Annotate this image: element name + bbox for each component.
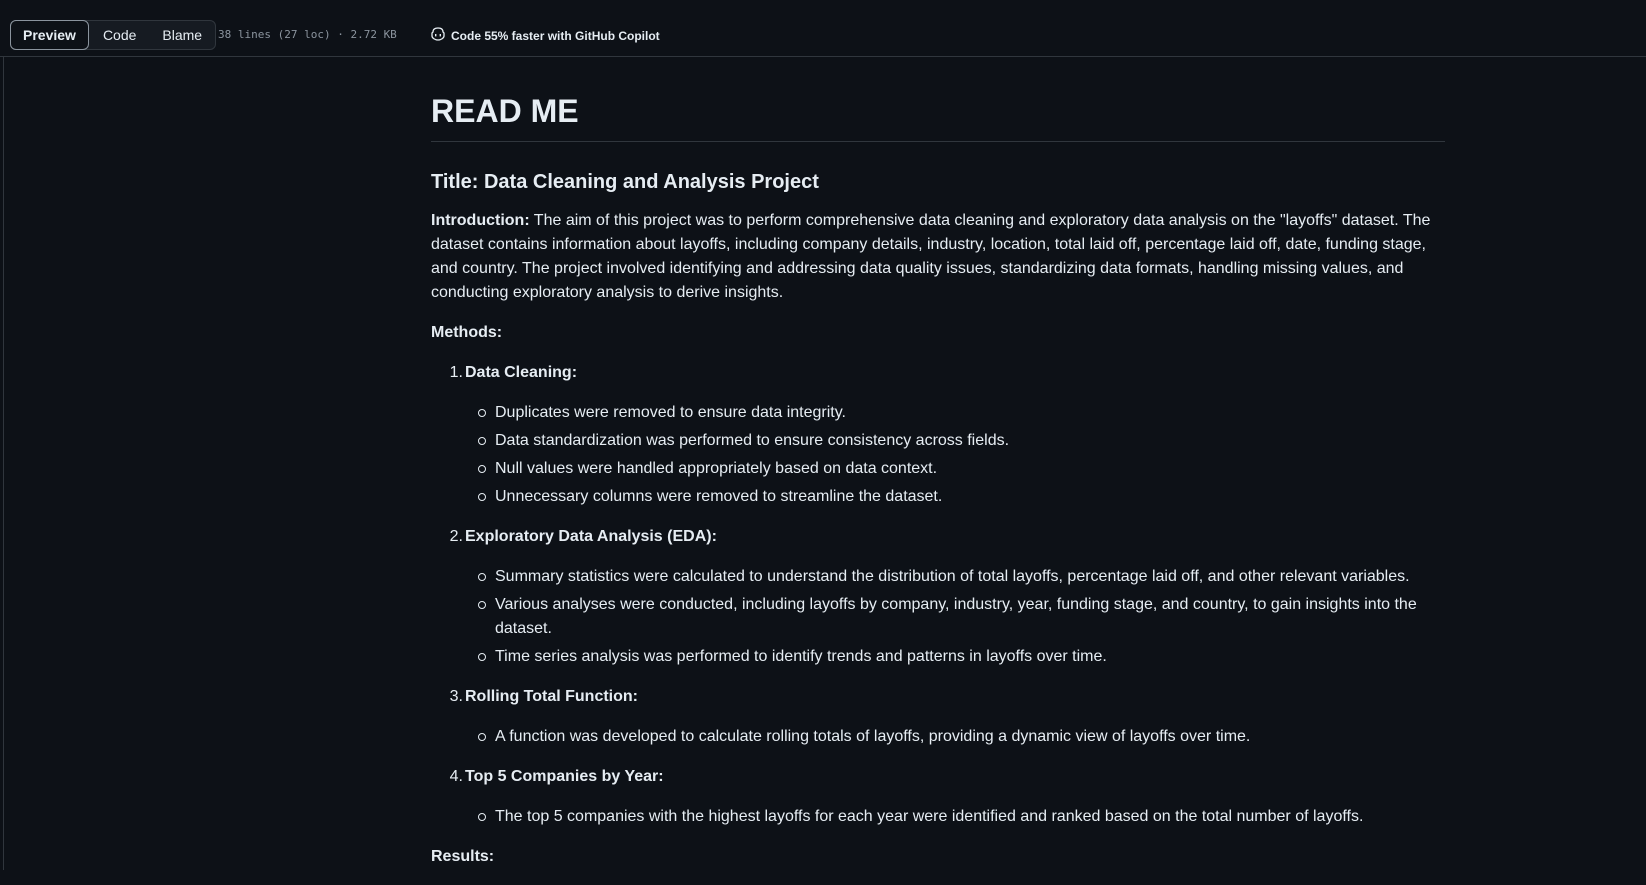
tab-preview[interactable]: Preview: [10, 20, 89, 50]
method-number: 4.: [449, 768, 463, 785]
method-sublist: A function was developed to calculate ro…: [431, 725, 1445, 749]
copilot-icon: [430, 27, 451, 44]
method-item: 3. Rolling Total Function:: [431, 685, 1445, 709]
methods-list: 1. Data Cleaning: Duplicates were remove…: [431, 361, 1445, 829]
method-number: 1.: [449, 364, 463, 381]
intro-text: The aim of this project was to perform c…: [431, 212, 1431, 301]
tab-blame[interactable]: Blame: [149, 21, 215, 49]
readme-heading: READ ME: [431, 57, 1445, 142]
method-label: Top 5 Companies by Year:: [465, 768, 664, 785]
tab-code[interactable]: Code: [90, 21, 149, 49]
method-item: 1. Data Cleaning:: [431, 361, 1445, 385]
list-item: A function was developed to calculate ro…: [478, 725, 1445, 749]
intro-paragraph: Introduction: The aim of this project wa…: [431, 209, 1445, 305]
intro-label: Introduction:: [431, 212, 530, 229]
method-item: 2. Exploratory Data Analysis (EDA):: [431, 525, 1445, 549]
list-item: Data standardization was performed to en…: [478, 429, 1445, 453]
file-toolbar: Preview Code Blame 38 lines (27 loc) · 2…: [0, 12, 1646, 57]
project-title: Title: Data Cleaning and Analysis Projec…: [431, 171, 819, 193]
method-item: 4. Top 5 Companies by Year:: [431, 765, 1445, 789]
view-mode-switcher: Preview Code Blame: [10, 20, 217, 50]
method-label: Exploratory Data Analysis (EDA):: [465, 528, 717, 545]
list-item: Time series analysis was performed to id…: [478, 645, 1445, 669]
methods-label: Methods:: [431, 324, 503, 341]
copilot-label: Code 55% faster with GitHub Copilot: [451, 28, 660, 43]
method-label: Rolling Total Function:: [465, 688, 638, 705]
list-item: Unnecessary columns were removed to stre…: [478, 485, 1445, 509]
method-number: 2.: [449, 528, 463, 545]
list-item: Summary statistics were calculated to un…: [478, 565, 1445, 589]
list-item: Various analyses were conducted, includi…: [478, 593, 1445, 641]
list-item: Null values were handled appropriately b…: [478, 457, 1445, 481]
method-number: 3.: [449, 688, 463, 705]
list-item: The top 5 companies with the highest lay…: [478, 805, 1445, 829]
results-label: Results:: [431, 848, 495, 865]
file-meta: 38 lines (27 loc) · 2.72 KB: [218, 28, 397, 41]
results-heading: Results:: [431, 845, 1445, 869]
method-sublist: Duplicates were removed to ensure data i…: [431, 401, 1445, 509]
copilot-promo-link[interactable]: Code 55% faster with GitHub Copilot: [430, 27, 660, 44]
content-border: [3, 57, 4, 870]
method-label: Data Cleaning:: [465, 364, 578, 381]
methods-heading: Methods:: [431, 321, 1445, 345]
list-item: Duplicates were removed to ensure data i…: [478, 401, 1445, 425]
method-sublist: The top 5 companies with the highest lay…: [431, 805, 1445, 829]
method-sublist: Summary statistics were calculated to un…: [431, 565, 1445, 669]
readme-article: READ ME Title: Data Cleaning and Analysi…: [431, 57, 1445, 885]
